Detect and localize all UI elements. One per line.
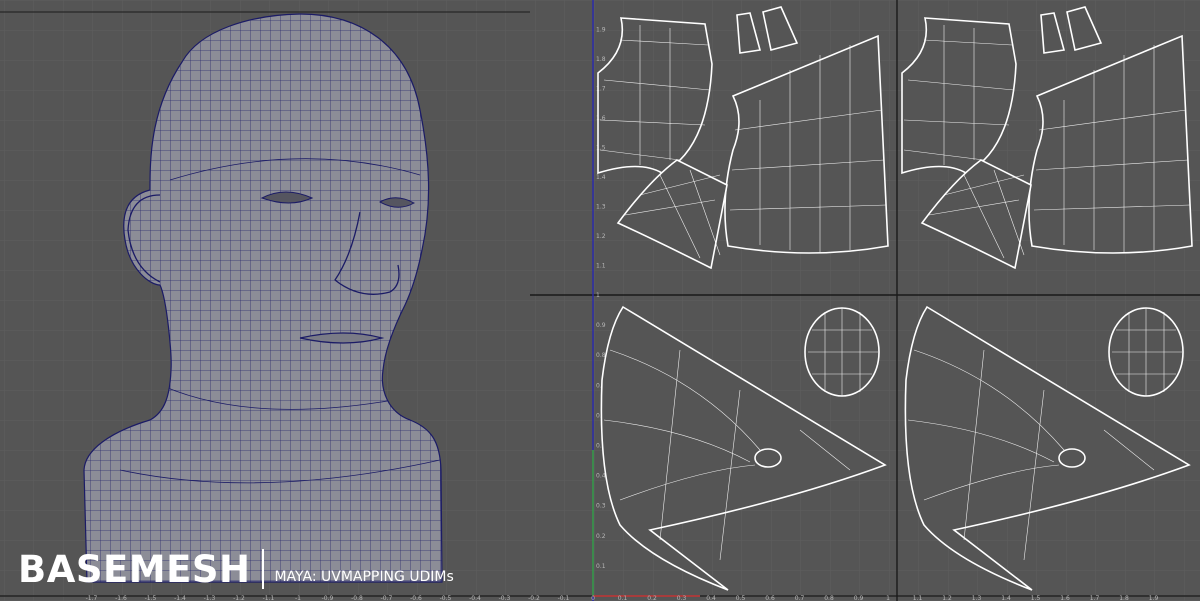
y-tick-label: 1.2 (596, 233, 606, 240)
brand-banner: BASEMESH MAYA: UVMAPPING UDIMs (18, 548, 454, 590)
y-tick-label: 0.9 (596, 322, 606, 329)
brand-subtitle: MAYA: UVMAPPING UDIMs (274, 569, 454, 585)
x-tick-label: 1.3 (972, 595, 982, 601)
x-tick-label: -1.6 (115, 595, 127, 601)
x-tick-label: -0.7 (381, 595, 393, 601)
x-tick-label: 1.1 (913, 595, 923, 601)
y-tick-label: 0.8 (596, 352, 606, 359)
x-tick-label: -0.4 (469, 595, 481, 601)
brand-separator (262, 549, 265, 589)
x-tick-label: -1.5 (145, 595, 157, 601)
uv-editor-viewport[interactable]: -1.7 -1.6 -1.5 -1.4 -1.3 -1.2 -1.1 -1 -0.9 -0.8 -0… (0, 0, 1200, 601)
x-tick-label: 0.2 (647, 595, 657, 601)
x-tick-label: 1 (886, 595, 890, 601)
y-tick-label: 1 (596, 292, 600, 299)
x-tick-label: 0.4 (706, 595, 716, 601)
y-tick-label: 1.3 (596, 204, 606, 211)
y-tick-label: 1.4 (596, 174, 606, 181)
x-tick-label: -1 (295, 595, 301, 601)
x-tick-label: 0.3 (677, 595, 687, 601)
x-tick-label: -0.2 (528, 595, 540, 601)
x-tick-label: -1.1 (263, 595, 275, 601)
x-tick-label: 0 (591, 595, 595, 601)
y-tick-label: 1.9 (596, 27, 606, 34)
y-tick-label: 1.8 (596, 56, 606, 63)
x-tick-label: 1.5 (1031, 595, 1041, 601)
x-tick-label: 1.9 (1149, 595, 1159, 601)
x-tick-label: -0.3 (499, 595, 511, 601)
x-tick-label: 0.6 (765, 595, 775, 601)
x-tick-label: -0.6 (410, 595, 422, 601)
x-tick-label: -0.9 (322, 595, 334, 601)
x-tick-label: 0.5 (736, 595, 746, 601)
x-tick-label: -1.4 (174, 595, 186, 601)
y-tick-label: 0.4 (596, 473, 606, 480)
x-tick-label: 1.6 (1060, 595, 1070, 601)
x-tick-label: 0.1 (618, 595, 628, 601)
x-tick-label: 0.8 (824, 595, 834, 601)
x-tick-label: -0.8 (351, 595, 363, 601)
brand-title: BASEMESH (18, 547, 251, 591)
x-tick-label: -0.1 (558, 595, 570, 601)
x-tick-label: 1.8 (1119, 595, 1129, 601)
x-tick-label: 0.7 (795, 595, 805, 601)
y-tick-label: 1.1 (596, 263, 606, 270)
x-tick-label: 1.4 (1001, 595, 1011, 601)
x-tick-label: 0.9 (854, 595, 864, 601)
y-tick-label: 0.1 (596, 563, 606, 570)
x-tick-label: -1.7 (86, 595, 98, 601)
x-tick-label: -0.5 (440, 595, 452, 601)
x-tick-label: 1.2 (942, 595, 952, 601)
y-tick-label: 0.3 (596, 503, 606, 510)
y-tick-label: 0.2 (596, 533, 606, 540)
x-tick-label: -1.2 (233, 595, 245, 601)
x-tick-label: -1.3 (204, 595, 216, 601)
x-tick-label: 1.7 (1090, 595, 1100, 601)
